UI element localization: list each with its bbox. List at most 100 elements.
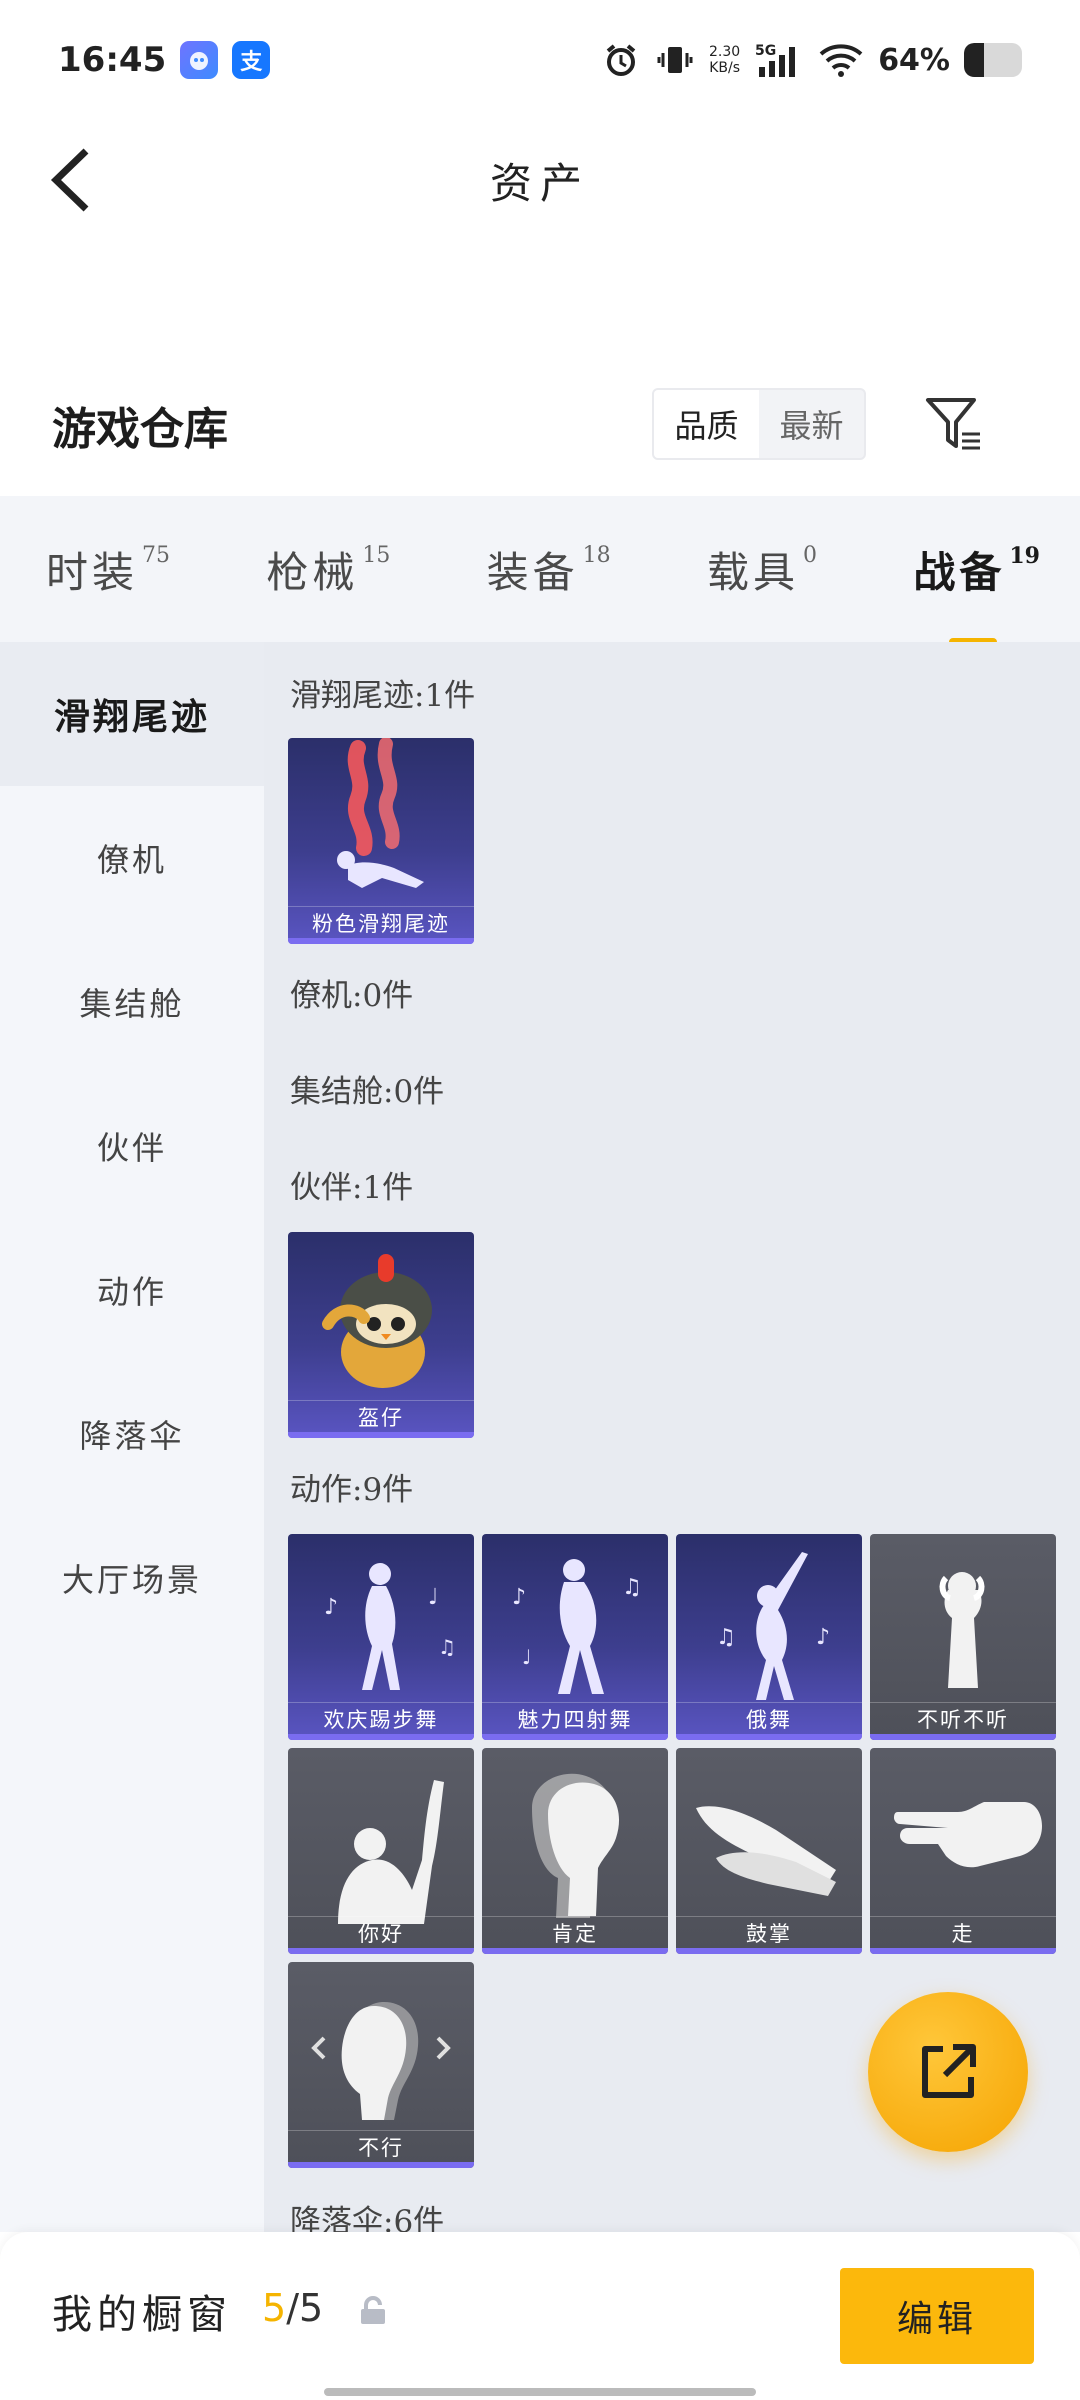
side-item-assembly-pod[interactable]: 集结舱 (0, 930, 264, 1074)
side-item-emote[interactable]: 动作 (0, 1218, 264, 1362)
svg-text:♪: ♪ (324, 1595, 338, 1620)
showcase-count: 5/5 (262, 2286, 324, 2330)
rarity-bar (676, 1734, 862, 1740)
item-card[interactable]: 不行 (288, 1962, 474, 2168)
tab-count: 75 (142, 542, 171, 568)
side-item-glide-trail[interactable]: 滑翔尾迹 (0, 642, 264, 786)
tab-label: 枪械 (266, 547, 359, 597)
partner-art (322, 1254, 432, 1388)
dance-art: ♫ ♪ (716, 1552, 830, 1700)
status-time: 16:45 (58, 40, 167, 80)
item-card[interactable]: ♪ ♫ ♩ 魅力四射舞 (482, 1534, 668, 1740)
filter-icon (926, 398, 980, 450)
rarity-bar (288, 2162, 474, 2168)
item-name: 欢庆踢步舞 (288, 1702, 474, 1734)
tab-equipment[interactable]: 装备 18 (487, 539, 611, 600)
item-card[interactable]: ♫ ♪ 俄舞 (676, 1534, 862, 1740)
rarity-bar (288, 1734, 474, 1740)
tab-combat-prep[interactable]: 战备 19 (913, 539, 1040, 646)
battery-percent: 64% (878, 42, 950, 78)
rarity-bar (288, 1432, 474, 1438)
filter-button[interactable] (920, 390, 988, 458)
tab-vehicles[interactable]: 载具 0 (707, 539, 817, 600)
page-title: 资产 (489, 158, 590, 208)
sort-quality-button[interactable]: 品质 (654, 390, 759, 458)
net-speed: 2.30 KB/s (709, 44, 741, 76)
section-title-emote: 动作:9件 (290, 1472, 414, 1508)
tab-count: 19 (1009, 542, 1040, 569)
tab-label: 装备 (486, 547, 579, 597)
back-button[interactable] (42, 142, 102, 218)
rarity-bar (482, 1948, 668, 1954)
side-item-wingman[interactable]: 僚机 (0, 786, 264, 930)
lock-icon (361, 2296, 385, 2324)
item-card[interactable]: 粉色滑翔尾迹 (288, 738, 474, 944)
status-bar: 16:45 支 2.30 KB/s 5G 64% (0, 0, 1080, 120)
vibrate-icon (655, 40, 695, 80)
rarity-bar (870, 1734, 1056, 1740)
side-nav: 滑翔尾迹 僚机 集结舱 伙伴 动作 降落伞 大厅场景 (0, 642, 264, 2232)
side-item-partner[interactable]: 伙伴 (0, 1074, 264, 1218)
item-card[interactable]: 盔仔 (288, 1232, 474, 1438)
bottom-bar: 我的橱窗 5/5 编辑 (0, 2232, 1080, 2400)
item-name: 俄舞 (676, 1702, 862, 1734)
svg-text:5G: 5G (755, 43, 776, 59)
item-name: 盔仔 (288, 1400, 474, 1432)
item-card[interactable]: ♪ ♩ ♫ 欢庆踢步舞 (288, 1534, 474, 1740)
svg-text:♪: ♪ (816, 1625, 830, 1650)
tab-label: 战备 (913, 547, 1006, 597)
header: 资产 (0, 120, 1080, 240)
item-name: 魅力四射舞 (482, 1702, 668, 1734)
alipay-icon: 支 (232, 41, 271, 79)
rarity-bar (676, 1948, 862, 1954)
section-title-wingman: 僚机:0件 (290, 978, 414, 1014)
category-tabs: 时装 75 枪械 15 装备 18 载具 0 战备 19 (0, 496, 1080, 646)
item-name: 不行 (288, 2130, 474, 2162)
section-title-assembly-pod: 集结舱:0件 (290, 1074, 445, 1110)
alarm-icon (601, 40, 641, 80)
item-card[interactable]: 不听不听 (870, 1534, 1056, 1740)
tab-count: 0 (803, 542, 817, 568)
tab-label: 载具 (706, 547, 799, 597)
glide-trail-art (337, 738, 424, 888)
wave-art (338, 1780, 444, 1924)
item-card[interactable]: 鼓掌 (676, 1748, 862, 1954)
rarity-bar (870, 1948, 1056, 1954)
item-name: 不听不听 (870, 1702, 1056, 1734)
item-name: 肯定 (482, 1916, 668, 1948)
warehouse-title: 游戏仓库 (52, 404, 228, 455)
sort-toggle: 品质 最新 (652, 388, 866, 460)
rarity-bar (288, 1948, 474, 1954)
battery-icon (964, 43, 1022, 77)
rarity-bar (482, 1734, 668, 1740)
wifi-icon (818, 40, 864, 80)
svg-text:♫: ♫ (622, 1575, 642, 1600)
tab-label: 时装 (46, 547, 139, 597)
item-name: 粉色滑翔尾迹 (288, 906, 474, 938)
dance-art: ♪ ♫ ♩ (512, 1559, 642, 1694)
svg-text:♫: ♫ (438, 1635, 456, 1659)
tab-guns[interactable]: 枪械 15 (266, 539, 390, 600)
share-button[interactable] (868, 1992, 1028, 2152)
signal-icon: 5G (754, 40, 804, 80)
item-card[interactable]: 你好 (288, 1748, 474, 1954)
svg-text:♩: ♩ (428, 1585, 438, 1610)
section-title-glide-trail: 滑翔尾迹:1件 (290, 678, 476, 714)
clap-art (696, 1806, 836, 1896)
section-title-parachute: 降落伞:6件 (290, 2204, 445, 2232)
item-card[interactable]: 肯定 (482, 1748, 668, 1954)
rarity-bar (288, 938, 474, 944)
point-art (894, 1802, 1042, 1868)
showcase-label: 我的橱窗 (52, 2292, 232, 2338)
tab-fashion[interactable]: 时装 75 (46, 539, 170, 600)
item-card[interactable]: 走 (870, 1748, 1056, 1954)
dance-art: ♪ ♩ ♫ (324, 1563, 456, 1690)
svg-text:♫: ♫ (716, 1625, 736, 1650)
tab-count: 15 (362, 542, 391, 568)
head-shake-art (311, 2002, 451, 2120)
sort-newest-button[interactable]: 最新 (759, 390, 864, 458)
edit-button[interactable]: 编辑 (840, 2268, 1034, 2364)
home-indicator (324, 2388, 756, 2396)
side-item-parachute[interactable]: 降落伞 (0, 1362, 264, 1506)
side-item-lobby-scene[interactable]: 大厅场景 (0, 1506, 264, 1650)
